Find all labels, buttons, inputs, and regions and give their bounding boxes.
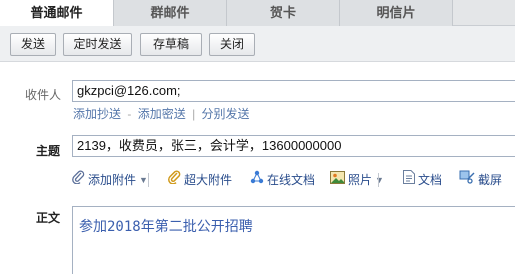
photo-label: 照片 [348, 173, 373, 187]
close-button[interactable]: 关闭 [209, 33, 255, 56]
screenshot-label: 截屏 [478, 173, 503, 187]
document-button[interactable]: 文档 [403, 170, 442, 190]
to-input[interactable]: gkzpci@126.com; [72, 80, 515, 102]
divider [378, 173, 379, 187]
split-send-link[interactable]: 分别发送 [202, 107, 250, 121]
tab-normal-mail[interactable]: 普通邮件 [0, 0, 114, 27]
subject-input[interactable]: 2139，收费员，张三，会计学，13600000000 [72, 135, 515, 157]
scissors-icon [459, 170, 475, 190]
add-bcc-link[interactable]: 添加密送 [138, 107, 186, 121]
compose-tab-bar: 普通邮件 群邮件 贺卡 明信片 [0, 0, 515, 27]
document-icon [403, 170, 415, 190]
document-label: 文档 [418, 173, 443, 187]
scheduled-send-button[interactable]: 定时发送 [63, 33, 132, 56]
add-attachment-label: 添加附件 [88, 173, 137, 187]
screenshot-button[interactable]: 截屏 [459, 170, 502, 190]
photo-button[interactable]: 照片 ▼ [330, 170, 384, 190]
send-button[interactable]: 发送 [10, 33, 56, 56]
chevron-down-icon[interactable]: ▼ [139, 170, 148, 190]
large-attachment-label: 超大附件 [184, 173, 233, 187]
large-attachment-button[interactable]: 超大附件 [168, 170, 232, 190]
message-body-text: 参加2018年第二批公开招聘 [79, 219, 253, 235]
tab-postcard[interactable]: 明信片 [340, 0, 453, 26]
recipient-options: 添加抄送 - 添加密送 | 分别发送 [73, 105, 250, 122]
save-draft-button[interactable]: 存草稿 [140, 33, 202, 56]
tab-greeting-card[interactable]: 贺卡 [227, 0, 340, 26]
add-cc-link[interactable]: 添加抄送 [73, 107, 121, 121]
subject-label: 主题 [36, 144, 61, 158]
paperclip-icon [72, 170, 85, 190]
tab-group-mail[interactable]: 群邮件 [114, 0, 227, 26]
photo-icon [330, 170, 345, 190]
online-doc-label: 在线文档 [267, 173, 316, 187]
to-label: 收件人 [25, 88, 62, 102]
share-nodes-icon [250, 170, 264, 190]
paperclip-gold-icon [168, 170, 181, 190]
link-separator: | [192, 107, 196, 121]
link-separator: - [127, 107, 132, 121]
chevron-down-icon[interactable]: ▼ [375, 170, 384, 190]
online-doc-button[interactable]: 在线文档 [250, 170, 315, 190]
add-attachment-button[interactable]: 添加附件 ▼ [72, 170, 148, 190]
body-label: 正文 [36, 211, 61, 225]
compose-toolbar: 发送 定时发送 存草稿 关闭 [0, 26, 515, 62]
divider [148, 173, 149, 187]
message-body-editor[interactable]: 参加2018年第二批公开招聘 [72, 206, 515, 274]
